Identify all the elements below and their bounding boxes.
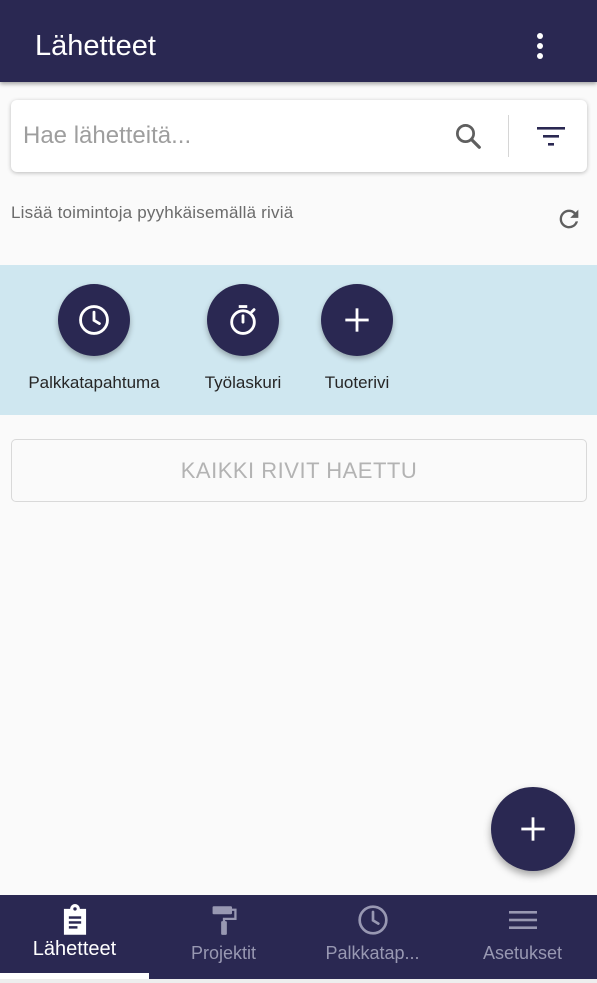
- bottom-navigation: Lähetteet Projektit Palkkatap... Asetuks…: [0, 895, 597, 979]
- action-tyolaskuri-button[interactable]: [207, 284, 279, 356]
- search-input[interactable]: [23, 114, 443, 158]
- more-vert-icon: [537, 33, 543, 59]
- clock-icon: [79, 305, 109, 335]
- action-label: Palkkatapahtuma: [28, 373, 160, 392]
- system-bottom-strip: [0, 979, 597, 983]
- action-tuoterivi[interactable]: Tuoterivi: [306, 265, 408, 415]
- refresh-icon: [559, 209, 579, 229]
- clock-icon: [357, 905, 388, 935]
- nav-icon-wrap: [298, 903, 447, 937]
- nav-item-projektit[interactable]: Projektit: [149, 895, 298, 979]
- nav-item-palkkatapahtumat[interactable]: Palkkatap...: [298, 895, 447, 979]
- plus-icon: [521, 817, 545, 841]
- nav-icon-wrap: [448, 903, 597, 937]
- all-rows-loaded-button[interactable]: KAIKKI RIVIT HAETTU: [11, 439, 587, 502]
- add-fab-button[interactable]: [491, 787, 575, 871]
- action-label: Työlaskuri: [204, 373, 282, 392]
- swipe-hint-text: Lisää toimintoja pyyhkäisemällä riviä: [11, 203, 294, 222]
- paint-roller-icon: [212, 906, 237, 935]
- action-tuoterivi-button[interactable]: [321, 284, 393, 356]
- search-divider: [508, 115, 509, 157]
- filter-button[interactable]: [529, 115, 573, 157]
- search-button[interactable]: [447, 115, 489, 157]
- stopwatch-icon: [230, 305, 256, 335]
- plus-icon: [345, 308, 369, 332]
- nav-label: Projektit: [190, 943, 257, 963]
- nav-label: Asetukset: [482, 943, 563, 963]
- action-tyolaskuri[interactable]: Työlaskuri: [192, 265, 294, 415]
- nav-item-asetukset[interactable]: Asetukset: [448, 895, 597, 979]
- action-palkkatapahtuma[interactable]: Palkkatapahtuma: [18, 265, 170, 415]
- search-bar: [11, 100, 587, 172]
- all-rows-loaded-label: KAIKKI RIVIT HAETTU: [180, 457, 418, 483]
- more-options-button[interactable]: [520, 26, 560, 66]
- page-title: Lähetteet: [35, 30, 156, 62]
- menu-icon: [508, 911, 537, 929]
- app-bar: Lähetteet: [0, 0, 597, 82]
- action-palkkatapahtuma-button[interactable]: [58, 284, 130, 356]
- search-icon: [456, 124, 481, 149]
- clipboard-icon: [63, 904, 86, 935]
- nav-item-lahetteet[interactable]: Lähetteet: [0, 895, 149, 979]
- nav-icon-wrap: [149, 903, 298, 937]
- action-label: Tuoterivi: [324, 373, 390, 392]
- screen: Lähetteet Lisää toimintoja: [0, 0, 597, 983]
- nav-label: Lähetteet: [32, 938, 117, 960]
- nav-icon-wrap: [0, 903, 149, 937]
- refresh-button[interactable]: [550, 200, 588, 238]
- filter-icon: [537, 127, 565, 146]
- quick-actions-panel: Palkkatapahtuma Työlaskuri Tuoterivi: [0, 265, 597, 415]
- nav-label: Palkkatap...: [325, 943, 420, 963]
